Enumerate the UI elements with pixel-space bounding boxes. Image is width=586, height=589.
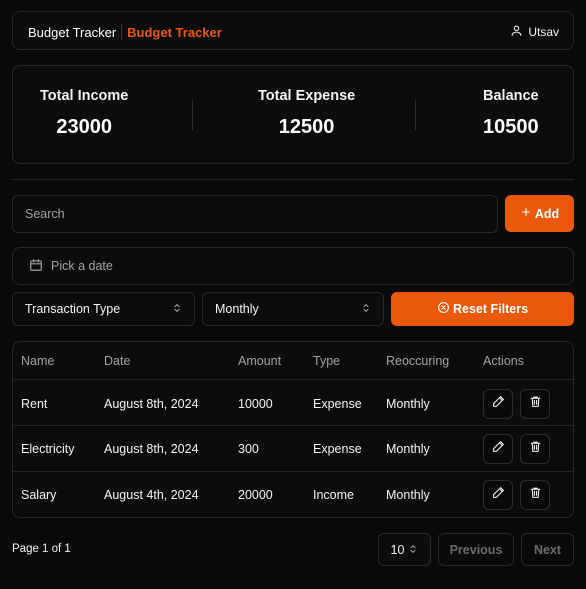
page-info: Page 1 of 1 xyxy=(12,543,71,555)
pencil-icon xyxy=(492,440,505,458)
pencil-icon xyxy=(492,395,505,413)
transaction-type-select[interactable]: Transaction Type xyxy=(12,292,195,326)
user-icon xyxy=(510,24,523,40)
frequency-value: Monthly xyxy=(215,302,259,316)
brand-divider xyxy=(121,24,123,40)
date-picker-placeholder: Pick a date xyxy=(51,259,113,273)
add-button-label: Add xyxy=(534,206,560,221)
balance-value: 10500 xyxy=(483,116,539,138)
transactions-table: Name Date Amount Type Reoccuring Actions… xyxy=(12,341,574,518)
reset-filters-label: Reset Filters xyxy=(452,302,529,316)
balance-stat: Balance 10500 xyxy=(483,88,539,139)
reset-filters-button[interactable]: Reset Filters xyxy=(391,292,574,326)
cell-amount: 20000 xyxy=(238,488,273,502)
cell-amount: 300 xyxy=(238,442,259,456)
total-expense-label: Total Expense xyxy=(258,88,356,104)
page-size-select[interactable]: 10 xyxy=(378,533,431,566)
cell-date: August 4th, 2024 xyxy=(104,488,199,502)
next-page-button[interactable]: Next xyxy=(521,533,574,566)
trash-icon xyxy=(529,440,542,458)
chevron-up-down-icon xyxy=(408,543,418,557)
delete-button[interactable] xyxy=(520,480,550,510)
row-divider xyxy=(13,425,573,426)
frequency-select[interactable]: Monthly xyxy=(202,292,384,326)
row-divider xyxy=(13,471,573,472)
transaction-type-value: Transaction Type xyxy=(25,302,121,316)
cell-name: Rent xyxy=(21,397,48,411)
user-menu[interactable]: Utsav xyxy=(510,24,559,40)
user-name: Utsav xyxy=(528,25,559,39)
app-header: Budget Tracker Budget Tracker Utsav xyxy=(12,11,574,50)
brand-title-accent[interactable]: Budget Tracker xyxy=(127,25,222,40)
total-expense-stat: Total Expense 12500 xyxy=(258,88,355,139)
add-button[interactable]: Add xyxy=(505,195,574,232)
trash-icon xyxy=(529,395,542,413)
column-header-actions: Actions xyxy=(483,354,524,368)
total-income-value: 23000 xyxy=(56,116,112,138)
date-picker[interactable]: Pick a date xyxy=(12,247,574,285)
column-header-reoccuring[interactable]: Reoccuring xyxy=(386,354,449,368)
stat-divider xyxy=(415,99,416,130)
trash-icon xyxy=(529,486,542,504)
delete-button[interactable] xyxy=(520,434,550,464)
column-header-name[interactable]: Name xyxy=(21,354,54,368)
total-income-label: Total Income xyxy=(40,88,129,104)
summary-card: Total Income 23000 Total Expense 12500 B… xyxy=(12,65,574,164)
column-header-date[interactable]: Date xyxy=(104,354,130,368)
cell-recurring: Monthly xyxy=(386,442,430,456)
cell-type: Expense xyxy=(313,397,362,411)
column-header-amount[interactable]: Amount xyxy=(238,354,281,368)
cell-recurring: Monthly xyxy=(386,397,430,411)
cell-amount: 10000 xyxy=(238,397,273,411)
plus-icon xyxy=(520,206,532,221)
page-size-value: 10 xyxy=(390,542,405,557)
brand: Budget Tracker Budget Tracker xyxy=(28,24,222,40)
section-divider xyxy=(12,179,574,180)
search-input[interactable] xyxy=(12,195,498,233)
delete-button[interactable] xyxy=(520,389,550,419)
calendar-icon xyxy=(29,258,43,275)
stat-divider xyxy=(192,99,193,130)
total-expense-value: 12500 xyxy=(278,116,335,138)
edit-button[interactable] xyxy=(483,434,513,464)
cell-name: Salary xyxy=(21,488,57,502)
cell-date: August 8th, 2024 xyxy=(104,442,199,456)
cell-type: Income xyxy=(313,488,354,502)
chevron-up-down-icon xyxy=(172,302,182,316)
column-header-type[interactable]: Type xyxy=(313,354,340,368)
pencil-icon xyxy=(492,486,505,504)
brand-title: Budget Tracker xyxy=(28,24,117,40)
row-divider xyxy=(13,379,573,380)
edit-button[interactable] xyxy=(483,480,513,510)
total-income-stat: Total Income 23000 xyxy=(40,88,128,139)
cell-name: Electricity xyxy=(21,442,75,456)
balance-label: Balance xyxy=(483,88,539,104)
cell-recurring: Monthly xyxy=(386,488,430,502)
cell-type: Expense xyxy=(313,442,362,456)
chevron-up-down-icon xyxy=(361,302,371,316)
previous-page-button[interactable]: Previous xyxy=(438,533,514,566)
edit-button[interactable] xyxy=(483,389,513,419)
x-circle-icon xyxy=(437,301,450,317)
cell-date: August 8th, 2024 xyxy=(104,397,199,411)
